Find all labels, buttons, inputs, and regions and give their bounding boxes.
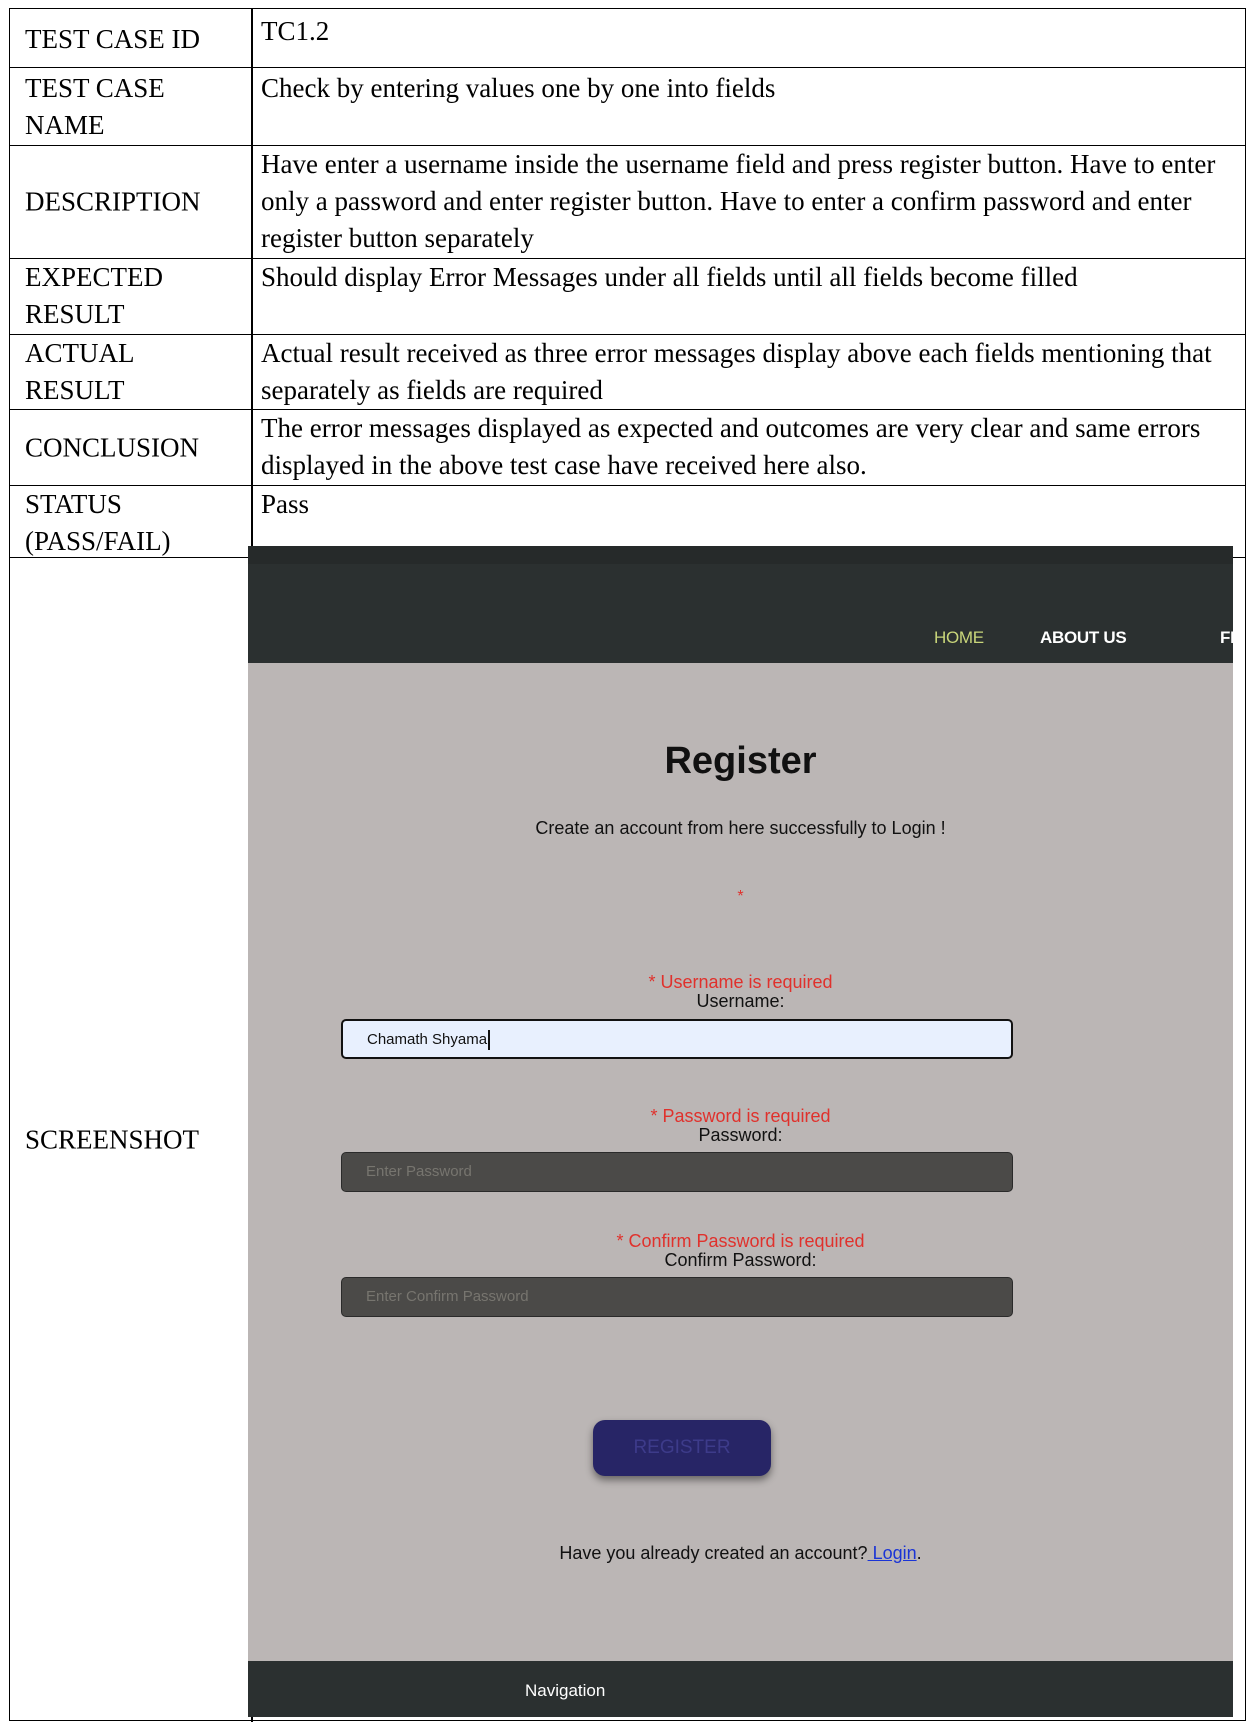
column-divider [251, 68, 253, 145]
test-case-name-value: Check by entering values one by one into… [261, 73, 776, 103]
row-actual-result: ACTUAL RESULT Actual result received as … [10, 334, 1245, 409]
confirm-password-input[interactable]: Enter Confirm Password [341, 1277, 1013, 1317]
bottom-footer-bar [248, 1661, 1233, 1717]
register-button[interactable]: REGISTER [593, 1420, 771, 1476]
column-divider [251, 146, 253, 258]
nav-home-link[interactable]: HOME [934, 628, 984, 648]
general-error-star: * [737, 888, 744, 905]
description-label: DESCRIPTION [25, 186, 201, 217]
username-input-value: Chamath Shyama [367, 1031, 488, 1048]
already-account-question: Have you already created an account? [559, 1543, 868, 1563]
actual-result-label: ACTUAL RESULT [25, 338, 134, 405]
column-divider [251, 259, 253, 334]
nav-fit-link[interactable]: FIT [1220, 628, 1233, 648]
password-label: Password: [698, 1125, 783, 1145]
row-expected-result: EXPECTED RESULT Should display Error Mes… [10, 258, 1245, 334]
row-description: DESCRIPTION Have enter a username inside… [10, 145, 1245, 258]
register-subtitle: Create an account from here successfully… [535, 818, 946, 838]
column-divider [251, 335, 253, 409]
username-input[interactable]: Chamath Shyama [341, 1019, 1013, 1059]
username-error: * Username is required [648, 972, 833, 992]
row-test-case-name: TEST CASE NAME Check by entering values … [10, 67, 1245, 145]
row-test-case-id: TEST CASE ID TC1.2 [10, 9, 1245, 67]
top-navbar: HOME ABOUT US FIT [248, 546, 1233, 663]
login-link[interactable]: Login [868, 1543, 917, 1563]
actual-result-value: Actual result received as three error me… [261, 338, 1212, 405]
register-title: Register [664, 740, 817, 782]
text-caret [488, 1030, 491, 1051]
confirm-password-label: Confirm Password: [664, 1250, 817, 1270]
status-label: STATUS (PASS/FAIL) [25, 489, 171, 556]
description-value: Have enter a username inside the usernam… [261, 149, 1216, 253]
column-divider [251, 410, 253, 485]
test-case-name-label: TEST CASE NAME [25, 73, 165, 140]
confirm-password-error: * Confirm Password is required [616, 1231, 865, 1251]
conclusion-value: The error messages displayed as expected… [261, 413, 1201, 480]
nav-about-link[interactable]: ABOUT US [1040, 628, 1127, 648]
screenshot-label: SCREENSHOT [25, 1124, 200, 1155]
column-divider [251, 9, 253, 67]
expected-result-value: Should display Error Messages under all … [261, 262, 1078, 292]
password-error: * Password is required [650, 1106, 831, 1126]
password-input[interactable]: Enter Password [341, 1152, 1013, 1192]
test-case-id-label: TEST CASE ID [25, 24, 201, 54]
footer-navigation-heading: Navigation [525, 1681, 606, 1700]
status-value: Pass [261, 489, 310, 519]
conclusion-label: CONCLUSION [25, 432, 200, 462]
already-account-period: . [916, 1543, 922, 1563]
embedded-screenshot: HOME ABOUT US FIT Register Create an acc… [248, 546, 1233, 1717]
already-account-text: Have you already created an account? Log… [248, 1543, 1233, 1564]
navbar-strip [248, 546, 1233, 564]
expected-result-label: EXPECTED RESULT [25, 262, 163, 329]
username-label: Username: [696, 991, 785, 1011]
test-case-id-value: TC1.2 [261, 16, 330, 46]
row-conclusion: CONCLUSION The error messages displayed … [10, 409, 1245, 485]
